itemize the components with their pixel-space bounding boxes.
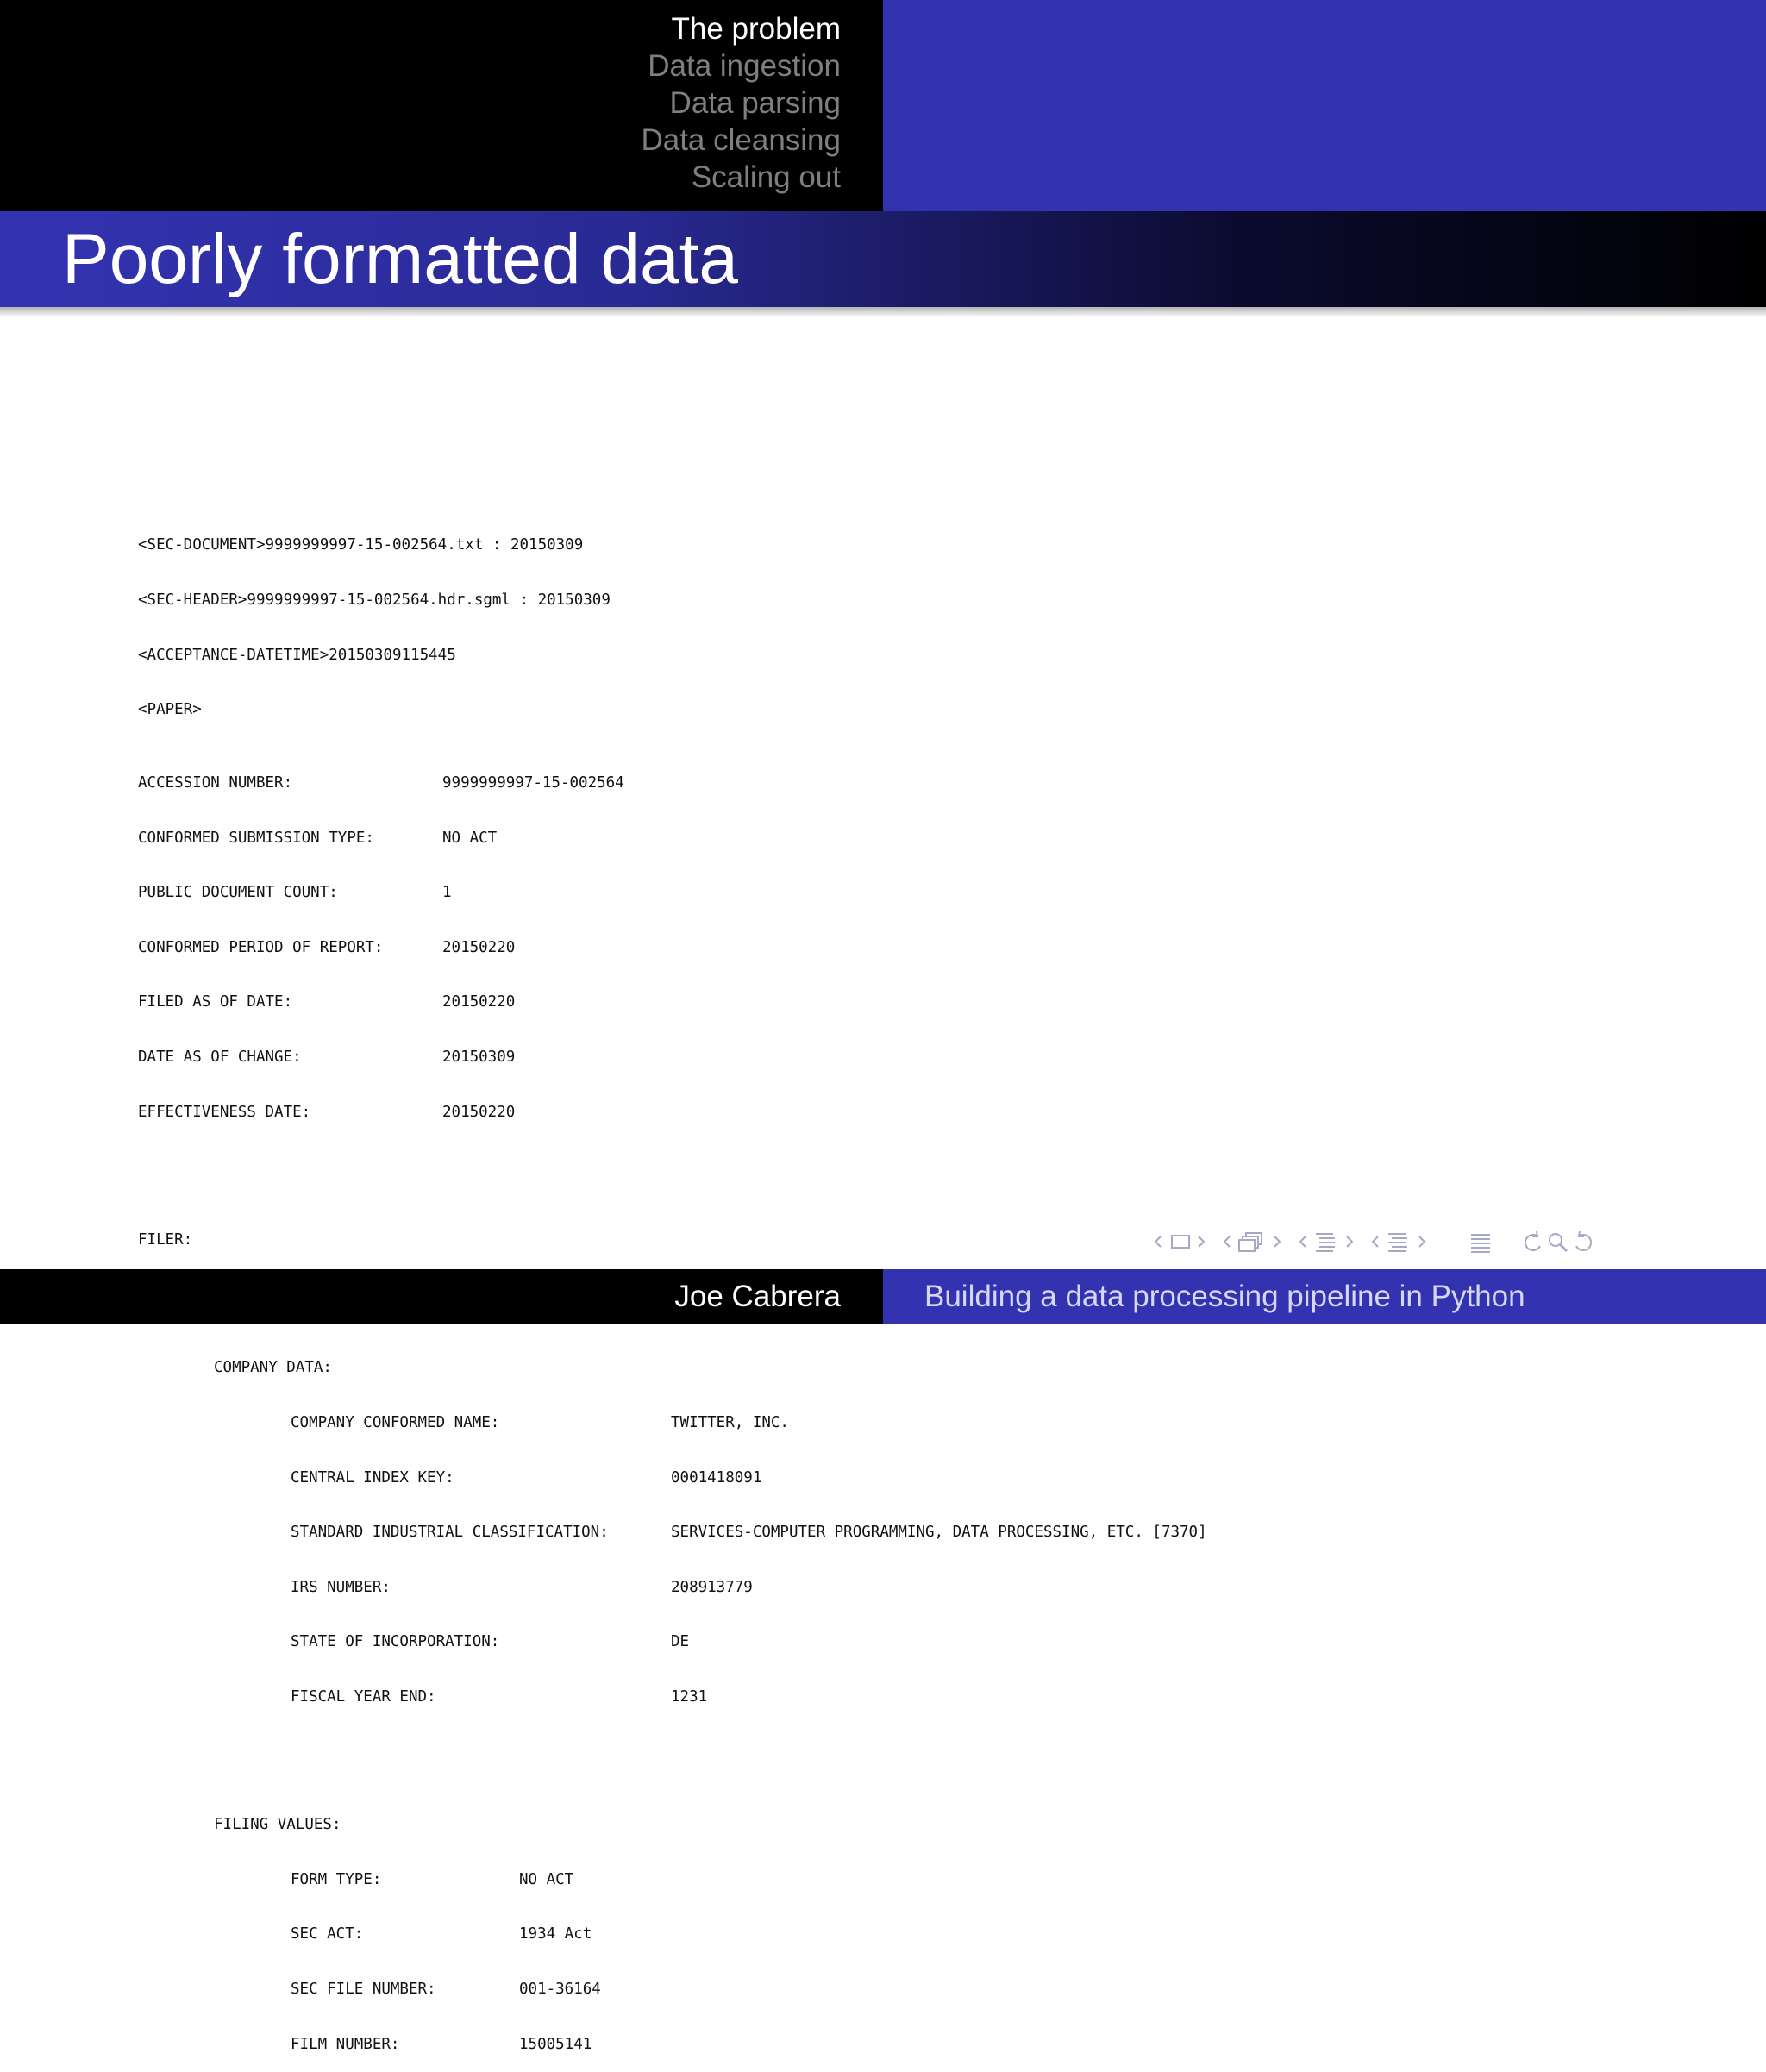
field-label: CENTRAL INDEX KEY: <box>291 1468 454 1487</box>
next-subsection-arrow-icon[interactable] <box>1343 1229 1356 1255</box>
field-value: 20150220 <box>442 1103 516 1121</box>
document-icon[interactable] <box>1468 1229 1494 1255</box>
field-value: 001-36164 <box>519 1981 601 1999</box>
field-label: DATE AS OF CHANGE: <box>138 1048 302 1066</box>
footline: Joe Cabrera Building a data processing p… <box>0 1269 1766 1324</box>
prev-slide-arrow-icon[interactable] <box>1152 1229 1164 1255</box>
nav-section-data-ingestion[interactable]: Data ingestion <box>641 47 841 85</box>
headline-right <box>883 0 1766 211</box>
field-value: 1231 <box>671 1687 708 1706</box>
company-data-row: CENTRAL INDEX KEY: 0001418091 <box>138 1468 761 1487</box>
doc-field-row: EFFECTIVENESS DATE: 20150220 <box>138 1104 611 1122</box>
doc-field-row: CONFORMED SUBMISSION TYPE: NO ACT <box>138 829 611 848</box>
field-value: 0001418091 <box>671 1468 762 1487</box>
field-value: NO ACT <box>442 829 498 847</box>
company-data-row: IRS NUMBER: 208913779 <box>138 1578 753 1597</box>
doc-field-row: PUBLIC DOCUMENT COUNT: 1 <box>138 884 611 902</box>
filing-values-row: SEC FILE NUMBER: 001-36164 <box>138 1981 611 1999</box>
field-value: SERVICES-COMPUTER PROGRAMMING, DATA PROC… <box>671 1524 1207 1542</box>
nav-section-data-parsing[interactable]: Data parsing <box>641 85 841 122</box>
subsection-icon[interactable] <box>1312 1229 1338 1255</box>
filing-values-row: FILM NUMBER: 15005141 <box>138 2036 611 2054</box>
forward-icon[interactable] <box>1571 1229 1597 1255</box>
field-value: 15005141 <box>519 2035 592 2053</box>
field-label: CONFORMED SUBMISSION TYPE: <box>138 829 374 847</box>
field-value: 20150220 <box>442 993 516 1011</box>
doc-header-line: <ACCEPTANCE-DATETIME>20150309115445 <box>138 646 456 664</box>
field-label: SEC FILE NUMBER: <box>291 1981 436 1999</box>
field-label: SEC ACT: <box>291 1925 364 1944</box>
filing-values-row: SEC ACT: 1934 Act <box>138 1925 611 1944</box>
nav-section-data-cleansing[interactable]: Data cleansing <box>641 122 841 159</box>
presentation-title: Building a data processing pipeline in P… <box>924 1280 1525 1313</box>
footline-right: Building a data processing pipeline in P… <box>883 1269 1766 1324</box>
field-label: FISCAL YEAR END: <box>291 1687 436 1706</box>
doc-field-row: DATE AS OF CHANGE: 20150309 <box>138 1049 611 1067</box>
doc-blank-line <box>138 1762 611 1780</box>
field-label: STANDARD INDUSTRIAL CLASSIFICATION: <box>291 1524 609 1542</box>
field-label: CONFORMED PERIOD OF REPORT: <box>138 938 384 956</box>
doc-field-row: CONFORMED PERIOD OF REPORT: 20150220 <box>138 939 611 957</box>
section-icon[interactable] <box>1385 1229 1411 1255</box>
section-navigation: The problem Data ingestion Data parsing … <box>641 10 841 196</box>
field-label: COMPANY CONFORMED NAME: <box>291 1413 500 1431</box>
field-value: 1934 Act <box>519 1925 592 1944</box>
doc-field-row: FILED AS OF DATE: 20150220 <box>138 993 611 1011</box>
field-label: FORM TYPE: <box>291 1870 382 1888</box>
doc-header-line: <PAPER> <box>138 701 202 719</box>
company-data-row: STANDARD INDUSTRIAL CLASSIFICATION: SERVI… <box>138 1524 1207 1542</box>
doc-blank-line <box>138 1176 611 1194</box>
prev-frame-arrow-icon[interactable] <box>1221 1229 1233 1255</box>
field-value: 20150309 <box>442 1048 516 1066</box>
next-section-arrow-icon[interactable] <box>1416 1229 1428 1255</box>
field-value: NO ACT <box>519 1870 574 1888</box>
search-icon[interactable] <box>1545 1229 1571 1255</box>
filing-values-label: FILING VALUES: <box>214 1816 341 1834</box>
field-value: TWITTER, INC. <box>671 1413 789 1431</box>
footline-left: Joe Cabrera <box>0 1269 883 1324</box>
nav-section-scaling-out[interactable]: Scaling out <box>641 159 841 196</box>
doc-header-line: <SEC-HEADER>9999999997-15-002564.hdr.sgm… <box>138 592 611 609</box>
headline-bar: The problem Data ingestion Data parsing … <box>0 0 1766 211</box>
prev-section-arrow-icon[interactable] <box>1369 1229 1381 1255</box>
field-value: 9999999997-15-002564 <box>442 773 624 792</box>
author-name: Joe Cabrera <box>674 1280 841 1313</box>
field-label: EFFECTIVENESS DATE: <box>138 1103 311 1121</box>
field-label: FILED AS OF DATE: <box>138 993 293 1011</box>
next-frame-arrow-icon[interactable] <box>1271 1229 1283 1255</box>
field-label: PUBLIC DOCUMENT COUNT: <box>138 884 338 902</box>
beamer-navigation-symbols <box>1147 1229 1750 1255</box>
field-value: 20150220 <box>442 938 516 956</box>
back-icon[interactable] <box>1519 1229 1545 1255</box>
headline-left: The problem Data ingestion Data parsing … <box>0 0 883 211</box>
company-data-label: COMPANY DATA: <box>214 1359 332 1377</box>
company-data-row: COMPANY CONFORMED NAME: TWITTER, INC. <box>138 1413 789 1432</box>
slide-icon[interactable] <box>1169 1229 1192 1255</box>
field-label: IRS NUMBER: <box>291 1578 391 1596</box>
company-data-row: FISCAL YEAR END: 1231 <box>138 1687 707 1706</box>
filer-label: FILER: <box>138 1230 193 1249</box>
prev-subsection-arrow-icon[interactable] <box>1297 1229 1309 1255</box>
field-value: 208913779 <box>671 1578 753 1596</box>
frame-title: Poorly formatted data <box>62 220 738 298</box>
nav-section-the-problem[interactable]: The problem <box>641 10 841 47</box>
frame-title-bar: Poorly formatted data <box>0 211 1766 317</box>
doc-field-row: ACCESSION NUMBER: 9999999997-15-002564 <box>138 773 624 792</box>
field-value: 1 <box>442 884 452 902</box>
filing-values-row: FORM TYPE: NO ACT <box>138 1871 611 1889</box>
field-label: ACCESSION NUMBER: <box>138 773 293 792</box>
title-shadow <box>0 307 1766 317</box>
field-label: FILM NUMBER: <box>291 2035 400 2053</box>
field-value: DE <box>671 1633 690 1651</box>
field-label: STATE OF INCORPORATION: <box>291 1633 500 1651</box>
next-slide-arrow-icon[interactable] <box>1195 1229 1207 1255</box>
company-data-row: STATE OF INCORPORATION: DE <box>138 1633 689 1651</box>
frame-icon[interactable] <box>1237 1229 1266 1255</box>
doc-header-line: <SEC-DOCUMENT>9999999997-15-002564.txt :… <box>138 536 584 554</box>
